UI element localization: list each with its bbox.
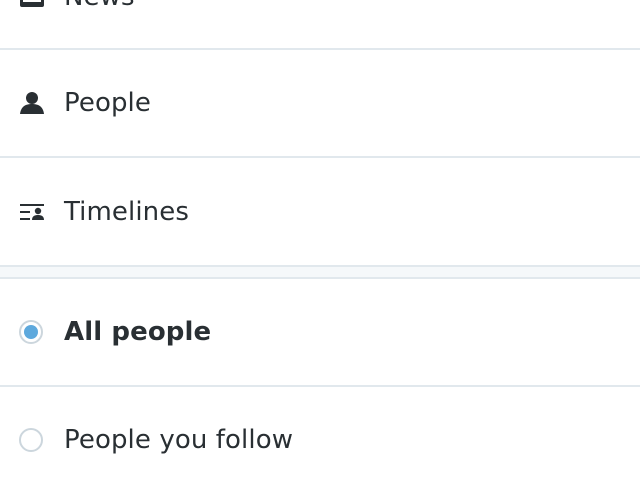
radio-unselected-icon[interactable] <box>19 428 43 452</box>
filter-option-label: People you follow <box>64 425 294 455</box>
radio-selected-icon[interactable] <box>19 320 43 344</box>
menu-item-news[interactable]: News <box>0 0 640 48</box>
search-filter-screen: News People Timelines A <box>0 0 640 480</box>
menu-item-people[interactable]: People <box>0 50 640 156</box>
filter-option-all-people[interactable]: All people <box>0 279 640 385</box>
menu-item-timelines[interactable]: Timelines <box>0 158 640 265</box>
menu-item-label: Timelines <box>64 196 189 227</box>
section-separator <box>0 267 640 277</box>
person-icon <box>19 90 45 116</box>
menu-item-label: News <box>64 0 135 12</box>
filter-option-label: All people <box>64 317 212 347</box>
newspaper-icon <box>19 0 45 10</box>
menu-item-label: People <box>64 88 151 118</box>
timelines-icon <box>19 199 45 225</box>
filter-option-people-you-follow[interactable]: People you follow <box>0 387 640 480</box>
